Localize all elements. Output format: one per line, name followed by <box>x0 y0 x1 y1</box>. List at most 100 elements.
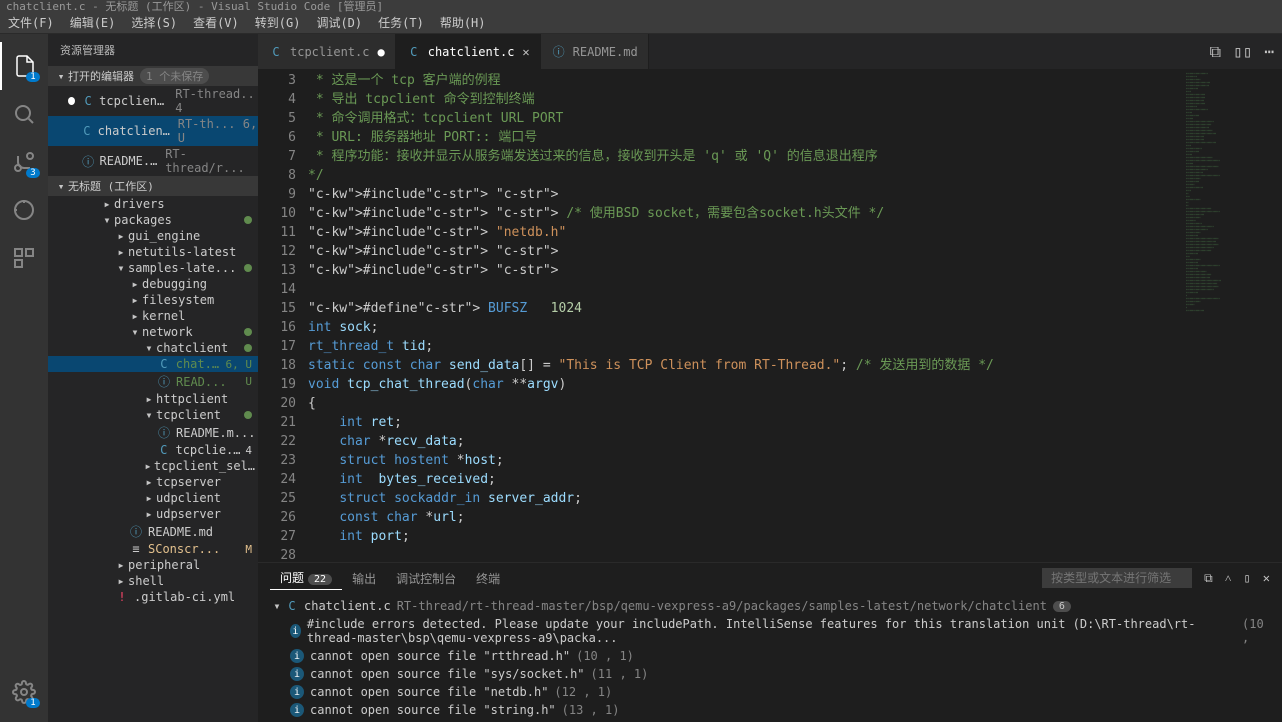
problem-loc: (10 , 1) <box>576 649 634 663</box>
tree-packages[interactable]: ▾packages <box>48 212 258 228</box>
tree-peripheral[interactable]: ▸peripheral <box>48 557 258 573</box>
activity-bar: 1 3 1 <box>0 34 48 722</box>
code-editor[interactable]: * 这是一个 tcp 客户端的例程 * 导出 tcpclient 命令到控制终端… <box>308 69 1182 562</box>
workspace-label: 无标题 (工作区) <box>68 178 154 194</box>
problem-item[interactable]: i cannot open source file "rtthread.h" (… <box>270 647 1270 665</box>
open-editor-chatclient[interactable]: C chatclient.c RT-th... 6, U <box>48 116 258 146</box>
open-editor-tcpclient[interactable]: C tcpclient.c RT-thread.. 4 <box>48 86 258 116</box>
extensions-icon[interactable] <box>0 234 48 282</box>
tree-drivers[interactable]: ▸drivers <box>48 196 258 212</box>
tab-label: README.md <box>573 45 638 59</box>
tree-gui-engine[interactable]: ▸gui_engine <box>48 228 258 244</box>
line-gutter: 3456789101112131415161718192021222324252… <box>258 69 308 562</box>
problems-filter-input[interactable] <box>1042 568 1192 588</box>
badge-untracked: U <box>245 375 252 388</box>
problems-count: 22 <box>308 574 332 585</box>
badge-untracked: 6, U <box>226 358 253 371</box>
problem-item[interactable]: i cannot open source file "netdb.h" (12 … <box>270 683 1270 701</box>
menu-help[interactable]: 帮助(H) <box>432 14 494 31</box>
bottom-panel: 问题22 输出 调试控制台 终端 ⧉ ˄ ▯ ✕ ▾ C chatclient.… <box>258 562 1282 722</box>
c-file-icon: C <box>284 599 300 613</box>
menu-edit[interactable]: 编辑(E) <box>62 14 124 31</box>
badge-modified: M <box>245 543 252 556</box>
dirty-dot-icon <box>68 97 75 105</box>
tree-debugging[interactable]: ▸debugging <box>48 276 258 292</box>
close-panel-icon[interactable]: ✕ <box>1263 571 1270 586</box>
split-icon[interactable]: ▯▯ <box>1233 42 1252 61</box>
tree-chatclient[interactable]: ▾chatclient <box>48 340 258 356</box>
problem-msg: cannot open source file "rtthread.h" <box>310 649 570 663</box>
minimap[interactable]: ▮▮▮▮▮▮▮▮▮▮▮▮▮▮▮▮▮▮▮▮▮▮▮▮▮▮▮▮▮▮▮▮▮▮▮▮▮▮▮▮… <box>1182 69 1282 562</box>
problem-msg: cannot open source file "netdb.h" <box>310 685 548 699</box>
tree-tcpclient[interactable]: ▾tcpclient <box>48 407 258 423</box>
c-file-icon: C <box>81 94 95 108</box>
search-icon[interactable] <box>0 90 48 138</box>
collapse-icon[interactable]: ⧉ <box>1204 571 1213 586</box>
tree-netutils[interactable]: ▸netutils-latest <box>48 244 258 260</box>
info-icon: ⓘ <box>551 43 567 60</box>
tree-tcpclient-sele[interactable]: ▸tcpclient_sele... <box>48 458 258 474</box>
tree-samples[interactable]: ▾samples-late... <box>48 260 258 276</box>
tree-shell[interactable]: ▸shell <box>48 573 258 589</box>
tree-kernel[interactable]: ▸kernel <box>48 308 258 324</box>
c-file-icon: C <box>156 443 171 457</box>
unsaved-count: 1 个未保存 <box>140 68 209 84</box>
error-icon: i <box>290 649 304 663</box>
tree-tcpserver[interactable]: ▸tcpserver <box>48 474 258 490</box>
settings-icon[interactable]: 1 <box>0 668 48 716</box>
tree-network[interactable]: ▾network <box>48 324 258 340</box>
settings-badge: 1 <box>26 698 40 708</box>
workspace-header[interactable]: ▾ 无标题 (工作区) <box>48 176 258 196</box>
open-editor-readme[interactable]: ⓘ README.md RT-thread/r... <box>48 146 258 176</box>
modified-dot-icon <box>244 264 252 272</box>
tree-httpclient[interactable]: ▸httpclient <box>48 391 258 407</box>
editor-tabs: C tcpclient.c ● C chatclient.c ✕ ⓘ READM… <box>258 34 1282 69</box>
menu-debug[interactable]: 调试(D) <box>308 14 370 31</box>
tree-filesystem[interactable]: ▸filesystem <box>48 292 258 308</box>
tree-readme-md[interactable]: ⓘREADME.md <box>48 522 258 541</box>
problem-loc: (10 , <box>1242 617 1270 645</box>
tab-chatclient[interactable]: C chatclient.c ✕ <box>396 34 541 69</box>
tab-readme[interactable]: ⓘ README.md <box>541 34 649 69</box>
tab-label: tcpclient.c <box>290 45 369 59</box>
tree-chat-c[interactable]: Cchat...6, U <box>48 356 258 372</box>
menu-tasks[interactable]: 任务(T) <box>370 14 432 31</box>
panel-tab-debug[interactable]: 调试控制台 <box>386 567 466 590</box>
open-editors-label: 打开的编辑器 <box>68 68 134 84</box>
menu-selection[interactable]: 选择(S) <box>123 14 185 31</box>
tree-tcpclie[interactable]: Ctcpclie...4 <box>48 442 258 458</box>
menu-go[interactable]: 转到(G) <box>247 14 309 31</box>
problem-msg: cannot open source file "sys/socket.h" <box>310 667 585 681</box>
c-file-icon: C <box>156 357 172 371</box>
menu-view[interactable]: 查看(V) <box>185 14 247 31</box>
more-icon[interactable]: ⋯ <box>1264 42 1274 61</box>
tree-udpclient[interactable]: ▸udpclient <box>48 490 258 506</box>
open-editors-header[interactable]: ▾ 打开的编辑器 1 个未保存 <box>48 66 258 86</box>
file-path: RT-thread/r... <box>165 147 258 175</box>
problem-item[interactable]: i #include errors detected. Please updat… <box>270 615 1270 647</box>
maximize-icon[interactable]: ▯ <box>1244 571 1251 586</box>
error-icon: i <box>290 624 301 638</box>
scm-icon[interactable]: 3 <box>0 138 48 186</box>
tree-readme-m[interactable]: ⓘREADME.m... <box>48 423 258 442</box>
close-icon[interactable]: ✕ <box>522 45 529 59</box>
tab-tcpclient[interactable]: C tcpclient.c ● <box>258 34 396 69</box>
problem-item[interactable]: i cannot open source file "sys/socket.h"… <box>270 665 1270 683</box>
menu-file[interactable]: 文件(F) <box>0 14 62 31</box>
files-badge: 1 <box>26 72 40 82</box>
tree-udpserver[interactable]: ▸udpserver <box>48 506 258 522</box>
panel-tab-terminal[interactable]: 终端 <box>466 567 510 590</box>
tree-read-u[interactable]: ⓘREAD...U <box>48 372 258 391</box>
panel-tab-output[interactable]: 输出 <box>342 567 386 590</box>
problem-file-header[interactable]: ▾ C chatclient.c RT-thread/rt-thread-mas… <box>270 597 1270 615</box>
debug-icon[interactable] <box>0 186 48 234</box>
error-icon: i <box>290 685 304 699</box>
problem-item[interactable]: i cannot open source file "string.h" (13… <box>270 701 1270 719</box>
tree-gitlab[interactable]: !.gitlab-ci.yml <box>48 589 258 605</box>
panel-tab-problems[interactable]: 问题22 <box>270 566 342 590</box>
tree-sconscr[interactable]: ≡SConscr...M <box>48 541 258 557</box>
compare-icon[interactable]: ⧉ <box>1210 42 1221 62</box>
chevron-up-icon[interactable]: ˄ <box>1225 571 1232 586</box>
explorer-icon[interactable]: 1 <box>0 42 48 90</box>
modified-dot-icon <box>244 328 252 336</box>
